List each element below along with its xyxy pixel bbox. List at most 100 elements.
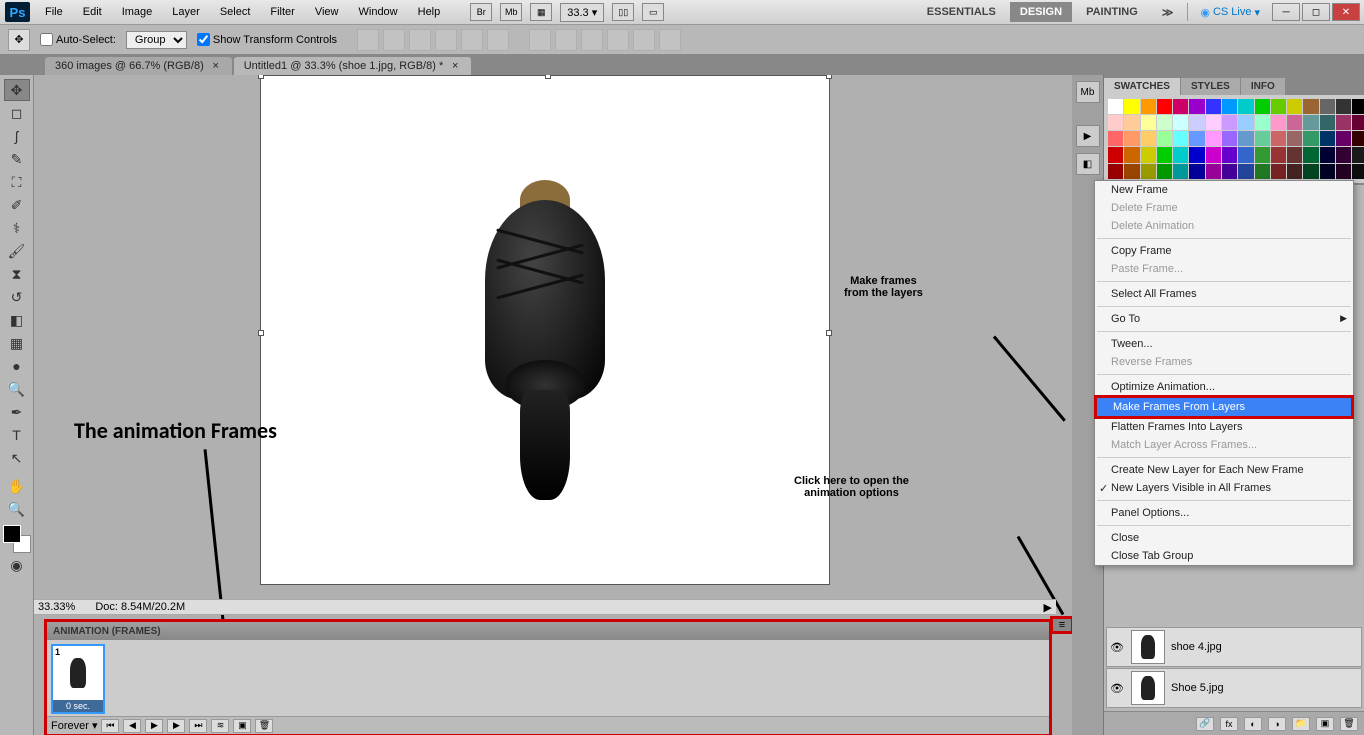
pen-tool[interactable]: ✒ xyxy=(4,401,30,423)
navigator-panel-icon[interactable]: ◧ xyxy=(1076,153,1100,175)
distribute-middle-icon[interactable] xyxy=(633,29,655,51)
quick-select-tool[interactable]: ✎ xyxy=(4,148,30,170)
layer-name[interactable]: Shoe 5.jpg xyxy=(1171,682,1224,694)
visibility-icon[interactable]: 👁 xyxy=(1109,682,1125,695)
swatch[interactable] xyxy=(1108,131,1123,146)
swatch[interactable] xyxy=(1206,99,1221,114)
tween-button[interactable]: ≋ xyxy=(211,719,229,733)
ctx-copy-frame[interactable]: Copy Frame xyxy=(1095,242,1353,260)
swatches-grid[interactable] xyxy=(1104,95,1364,183)
swatch[interactable] xyxy=(1108,164,1123,179)
ctx-close[interactable]: Close xyxy=(1095,529,1353,547)
healing-tool[interactable]: ⚕ xyxy=(4,217,30,239)
swatch[interactable] xyxy=(1173,164,1188,179)
layer-row[interactable]: 👁 Shoe 5.jpg xyxy=(1106,668,1362,708)
swatch[interactable] xyxy=(1238,147,1253,162)
swatch[interactable] xyxy=(1303,164,1318,179)
swatch[interactable] xyxy=(1124,115,1139,130)
ctx-select-all[interactable]: Select All Frames xyxy=(1095,285,1353,303)
swatch[interactable] xyxy=(1206,131,1221,146)
workspace-painting[interactable]: PAINTING xyxy=(1076,2,1148,22)
swatch[interactable] xyxy=(1238,115,1253,130)
swatch[interactable] xyxy=(1255,147,1270,162)
layer-thumbnail[interactable] xyxy=(1131,630,1165,664)
swatch[interactable] xyxy=(1108,115,1123,130)
ctx-create-new-layer[interactable]: Create New Layer for Each New Frame xyxy=(1095,461,1353,479)
swatches-tob[interactable]: SWATCHES xyxy=(1104,78,1180,95)
swatch[interactable] xyxy=(1222,99,1237,114)
swatch[interactable] xyxy=(1255,131,1270,146)
window-minimize-button[interactable]: ─ xyxy=(1272,3,1300,21)
swatch[interactable] xyxy=(1336,164,1351,179)
layer-fx-icon[interactable]: fx xyxy=(1220,717,1238,731)
ctx-new-visible[interactable]: New Layers Visible in All Frames xyxy=(1095,479,1353,497)
swatch[interactable] xyxy=(1287,115,1302,130)
lasso-tool[interactable]: ʃ xyxy=(4,125,30,147)
auto-select-checkbox[interactable]: Auto-Select: xyxy=(40,33,116,46)
info-tab[interactable]: INFO xyxy=(1241,78,1285,95)
status-zoom[interactable]: 33.33% xyxy=(38,601,75,613)
history-panel-icon[interactable]: ▶ xyxy=(1076,125,1100,147)
swatch[interactable] xyxy=(1157,147,1172,162)
distribute-top-icon[interactable] xyxy=(607,29,629,51)
swatch[interactable] xyxy=(1336,131,1351,146)
canvas-stage[interactable] xyxy=(34,75,1056,600)
ctx-flatten[interactable]: Flatten Frames Into Layers xyxy=(1095,418,1353,436)
swatch[interactable] xyxy=(1271,115,1286,130)
swatch[interactable] xyxy=(1108,99,1123,114)
swatch[interactable] xyxy=(1189,115,1204,130)
swatch[interactable] xyxy=(1141,115,1156,130)
swatch[interactable] xyxy=(1157,99,1172,114)
menu-view[interactable]: View xyxy=(305,2,349,22)
swatch[interactable] xyxy=(1173,99,1188,114)
swatch[interactable] xyxy=(1336,147,1351,162)
swatch[interactable] xyxy=(1352,115,1364,130)
swatch[interactable] xyxy=(1287,131,1302,146)
align-center-icon[interactable] xyxy=(383,29,405,51)
distribute-bottom-icon[interactable] xyxy=(659,29,681,51)
swatch[interactable] xyxy=(1157,131,1172,146)
doc-tab-untitled1[interactable]: Untitled1 @ 33.3% (shoe 1.jpg, RGB/8) * … xyxy=(234,57,472,75)
layer-thumbnail[interactable] xyxy=(1131,671,1165,705)
eyedropper-tool[interactable]: ✐ xyxy=(4,194,30,216)
loop-select[interactable]: Forever ▾ xyxy=(51,719,97,732)
move-tool[interactable]: ✥ xyxy=(4,79,30,101)
ctx-close-group[interactable]: Close Tab Group xyxy=(1095,547,1353,565)
dodge-tool[interactable]: 🔍 xyxy=(4,378,30,400)
swatch[interactable] xyxy=(1352,99,1364,114)
window-maximize-button[interactable]: ◻ xyxy=(1302,3,1330,21)
menu-layer[interactable]: Layer xyxy=(162,2,210,22)
visibility-icon[interactable]: 👁 xyxy=(1109,641,1125,654)
doc-tab-360images[interactable]: 360 images @ 66.7% (RGB/8) × xyxy=(45,57,232,75)
ctx-optimize[interactable]: Optimize Animation... xyxy=(1095,378,1353,396)
swatch[interactable] xyxy=(1124,164,1139,179)
animation-panel-header[interactable]: ANIMATION (FRAMES) xyxy=(47,622,1049,640)
animation-panel-menu-button[interactable]: ≡ xyxy=(1050,616,1072,634)
swatch[interactable] xyxy=(1271,147,1286,162)
screen-mode-icon[interactable]: ▦ xyxy=(530,3,552,21)
document-canvas[interactable] xyxy=(260,75,830,585)
styles-tab[interactable]: STYLES xyxy=(1181,78,1240,95)
swatch[interactable] xyxy=(1189,164,1204,179)
play-button[interactable]: ▶ xyxy=(145,719,163,733)
workspace-essentials[interactable]: ESSENTIALS xyxy=(917,2,1006,22)
last-frame-button[interactable]: ⏭ xyxy=(189,719,207,733)
swatch[interactable] xyxy=(1141,147,1156,162)
swatch[interactable] xyxy=(1238,131,1253,146)
adjustment-layer-icon[interactable]: ◑ xyxy=(1268,717,1286,731)
crop-tool[interactable]: ⛶ xyxy=(4,171,30,193)
zoom-level-select[interactable]: 33.3 ▾ xyxy=(560,3,604,22)
arrange2-icon[interactable]: ▭ xyxy=(642,3,664,21)
swatch[interactable] xyxy=(1271,131,1286,146)
swatch[interactable] xyxy=(1173,115,1188,130)
delete-layer-icon[interactable]: 🗑 xyxy=(1340,717,1358,731)
swatch[interactable] xyxy=(1320,131,1335,146)
distribute-center-icon[interactable] xyxy=(555,29,577,51)
swatch[interactable] xyxy=(1124,131,1139,146)
arrange-icon[interactable]: ▯▯ xyxy=(612,3,634,21)
auto-select-type[interactable]: Group xyxy=(126,31,187,49)
minibridge-panel-icon[interactable]: Mb xyxy=(1076,81,1100,103)
swatch[interactable] xyxy=(1206,164,1221,179)
align-left-icon[interactable] xyxy=(357,29,379,51)
swatch[interactable] xyxy=(1303,99,1318,114)
